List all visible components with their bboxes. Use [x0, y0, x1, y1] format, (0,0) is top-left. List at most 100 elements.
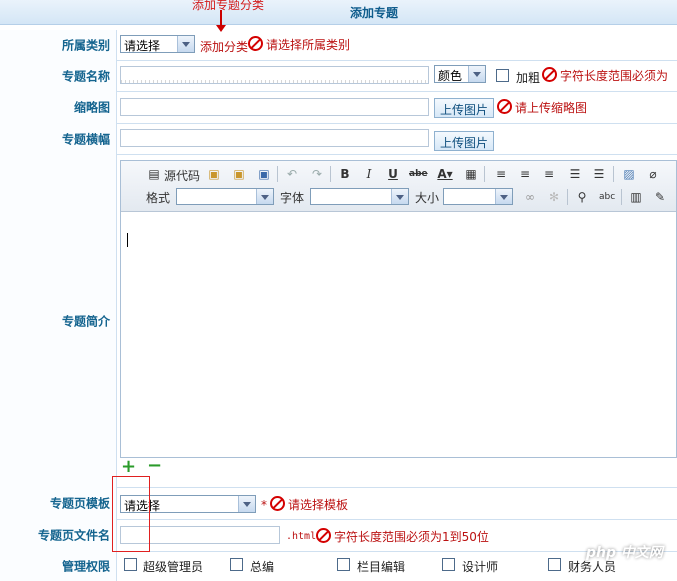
paste-text-icon[interactable]: ▣ — [231, 166, 247, 182]
align-right-icon[interactable]: ≡ — [541, 166, 557, 182]
paste-icon[interactable]: ▣ — [206, 166, 222, 182]
filename-label: 专题页文件名 — [37, 528, 110, 543]
filename-error-text: 字符长度范围必须为1到50位 — [334, 530, 489, 544]
name-input[interactable] — [120, 66, 429, 84]
filename-suffix: .html — [286, 531, 317, 542]
underline-icon[interactable]: U — [385, 166, 401, 182]
media-icon[interactable]: ▥ — [628, 189, 644, 205]
required-mark: * — [261, 498, 267, 512]
form-header: 添加专题 — [0, 0, 677, 25]
color-select[interactable]: 颜色 — [434, 65, 486, 83]
chevron-down-icon — [177, 36, 194, 52]
row-permissions: 管理权限 超级管理员 总编 栏目编辑 设计师 财务人员 — [0, 551, 677, 581]
label-cell: 专题横幅 — [0, 123, 117, 154]
category-error-text: 请选择所属类别 — [266, 38, 351, 52]
unlink-icon[interactable]: ✻ — [546, 189, 562, 205]
prohibited-icon — [316, 528, 331, 543]
editor-content-area[interactable] — [121, 212, 676, 457]
bold-checkbox[interactable] — [496, 69, 509, 82]
expand-plus-icon[interactable]: + — [121, 456, 136, 477]
label-cell: 缩略图 — [0, 91, 117, 123]
redo-icon[interactable]: ↷ — [309, 166, 325, 182]
role-checkbox[interactable] — [230, 558, 243, 571]
annotation-label: 添加专题分类 — [192, 0, 265, 12]
role-checkbox[interactable] — [124, 558, 137, 571]
prohibited-icon — [497, 99, 512, 114]
upload-thumb-button[interactable]: 上传图片 — [434, 98, 495, 118]
label-cell: 专题简介 — [0, 154, 117, 487]
bold-icon[interactable]: B — [337, 166, 353, 182]
prohibited-icon — [542, 67, 557, 82]
color-select-value: 颜色 — [438, 69, 463, 83]
intro-label: 专题简介 — [61, 314, 110, 328]
text-color-icon[interactable]: A▾ — [434, 166, 456, 182]
toolbar-separator — [484, 166, 485, 182]
banner-input[interactable] — [120, 129, 429, 147]
role-label: 栏目编辑 — [357, 560, 406, 574]
role-checkbox[interactable] — [548, 558, 561, 571]
upload-banner-button[interactable]: 上传图片 — [434, 131, 495, 151]
name-error: 字符长度范围必须为 — [542, 67, 668, 84]
format-select[interactable] — [176, 188, 274, 205]
banner-label: 专题横幅 — [61, 132, 110, 146]
prohibited-icon — [270, 496, 285, 511]
spellcheck-icon[interactable]: abc — [599, 189, 615, 205]
category-label: 所属类别 — [61, 38, 110, 53]
font-select[interactable] — [310, 188, 409, 205]
role-label: 超级管理员 — [143, 560, 204, 574]
link-icon[interactable]: ∞ — [522, 189, 538, 205]
strike-icon[interactable]: abe — [409, 166, 428, 182]
align-center-icon[interactable]: ≡ — [517, 166, 533, 182]
table-icon[interactable]: ▦ — [463, 166, 479, 182]
chevron-down-icon — [468, 66, 485, 82]
template-label: 专题页模板 — [49, 496, 110, 511]
row-banner: 专题横幅 上传图片 — [0, 123, 677, 155]
shrink-minus-icon[interactable]: − — [147, 455, 162, 476]
category-error: 请选择所属类别 — [248, 36, 350, 53]
ordered-list-icon[interactable]: ☰ — [567, 166, 583, 182]
thumb-error-text: 请上传缩略图 — [515, 101, 588, 115]
role-checkbox[interactable] — [337, 558, 350, 571]
toolbar-separator — [613, 166, 614, 182]
row-template: 专题页模板 请选择 * 请选择模板 — [0, 487, 677, 520]
perm-label: 管理权限 — [61, 559, 110, 574]
bold-label: 加粗 — [516, 71, 541, 85]
add-category-link[interactable]: 添加分类 — [200, 38, 248, 55]
template-error-text: 请选择模板 — [288, 498, 349, 512]
eraser-icon[interactable]: ✎ — [652, 189, 668, 205]
category-select[interactable]: 请选择 — [120, 35, 195, 53]
filename-error: 字符长度范围必须为1到50位 — [316, 528, 489, 545]
name-error-text: 字符长度范围必须为 — [560, 69, 669, 83]
chevron-down-icon — [495, 189, 512, 204]
text-cursor — [127, 233, 128, 247]
toolbar-separator — [567, 189, 568, 205]
paste-word-icon[interactable]: ▣ — [256, 166, 272, 182]
row-name: 专题名称 颜色 加粗 字符长度范围必须为 — [0, 60, 677, 92]
attach-icon[interactable]: ⌀ — [645, 166, 661, 182]
role-checkbox[interactable] — [442, 558, 455, 571]
image-icon[interactable]: ▨ — [621, 166, 637, 182]
italic-icon[interactable]: I — [361, 166, 377, 182]
source-button-label[interactable]: 源代码 — [164, 167, 200, 184]
thumb-error: 请上传缩略图 — [497, 99, 587, 116]
role-label: 总编 — [250, 560, 275, 574]
thumb-input[interactable] — [120, 98, 429, 116]
find-icon[interactable]: ⚲ — [574, 189, 590, 205]
toolbar-separator — [621, 189, 622, 205]
label-cell: 专题名称 — [0, 60, 117, 91]
watermark-text: php 中文网 — [586, 545, 663, 561]
chevron-down-icon — [256, 189, 273, 204]
align-left-icon[interactable]: ≡ — [493, 166, 509, 182]
thumb-label: 缩略图 — [73, 100, 110, 115]
size-select[interactable] — [443, 188, 513, 205]
undo-icon[interactable]: ↶ — [284, 166, 300, 182]
chevron-down-icon — [238, 496, 255, 512]
toolbar-separator — [277, 166, 278, 182]
source-icon[interactable]: ▤ — [146, 166, 162, 182]
unordered-list-icon[interactable]: ☰ — [591, 166, 607, 182]
row-category: 所属类别 请选择 添加分类 请选择所属类别 — [0, 30, 677, 61]
format-label: 格式 — [146, 191, 171, 205]
row-filename: 专题页文件名 .html 字符长度范围必须为1到50位 — [0, 519, 677, 552]
highlight-box — [112, 476, 150, 552]
font-label: 字体 — [280, 191, 305, 205]
